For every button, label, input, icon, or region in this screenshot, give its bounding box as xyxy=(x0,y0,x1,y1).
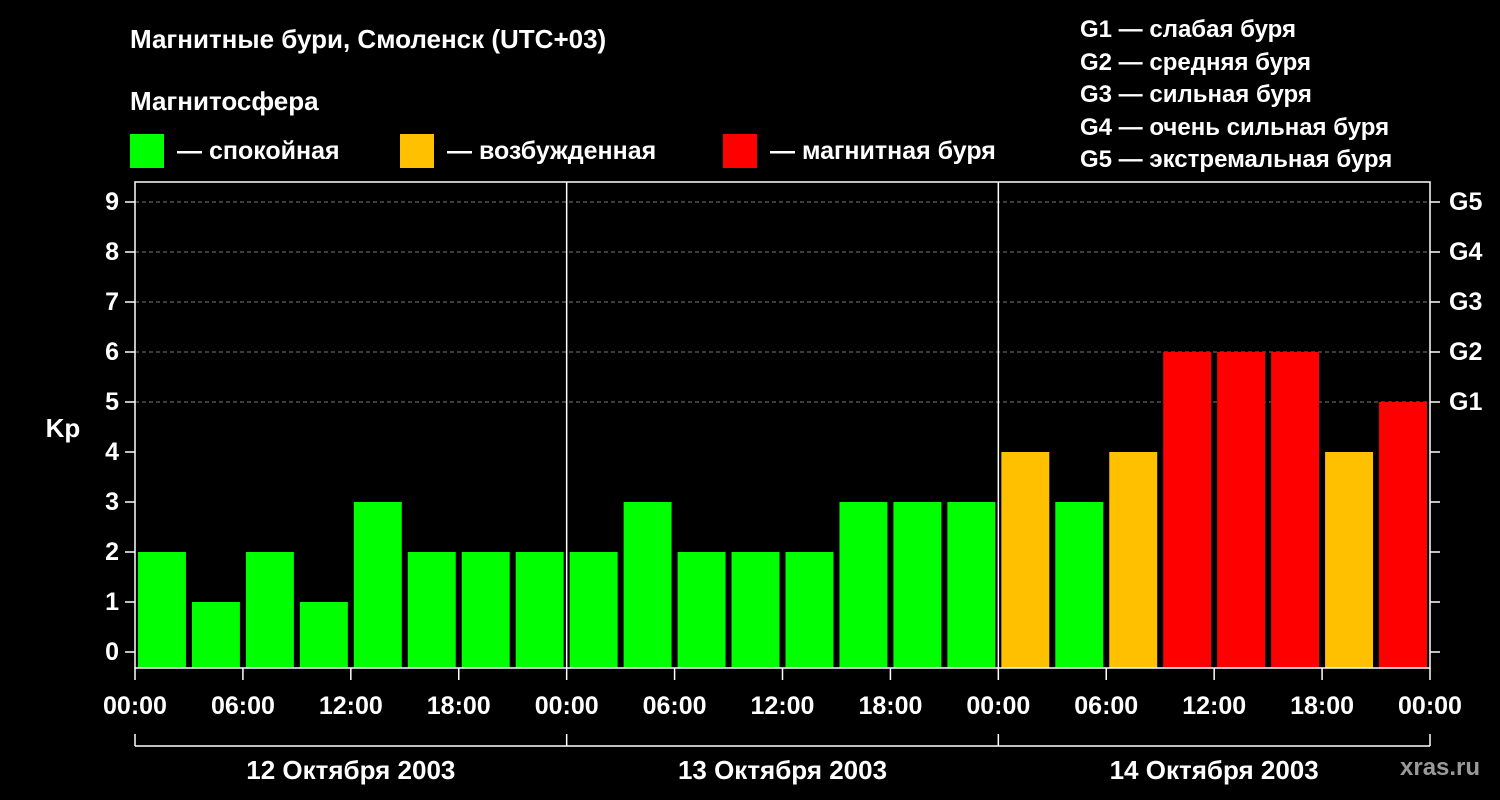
day-label: 13 Октября 2003 xyxy=(678,755,887,785)
day-label: 12 Октября 2003 xyxy=(246,755,455,785)
kp-bar xyxy=(1163,352,1212,668)
x-tick-label: 00:00 xyxy=(535,692,599,720)
kp-bar xyxy=(839,502,888,668)
kp-bar xyxy=(407,552,456,668)
x-tick-label: 06:00 xyxy=(211,692,275,720)
kp-bar xyxy=(245,552,294,668)
y-tick-label: 3 xyxy=(105,488,119,516)
kp-bar xyxy=(1217,352,1266,668)
x-tick-label: 06:00 xyxy=(1074,692,1138,720)
g-tick-label: G3 xyxy=(1449,288,1482,316)
kp-bar xyxy=(299,602,348,668)
y-tick-label: 2 xyxy=(105,538,119,566)
x-tick-label: 18:00 xyxy=(427,692,491,720)
kp-bar xyxy=(191,602,240,668)
kp-bar xyxy=(569,552,618,668)
x-tick-label: 00:00 xyxy=(966,692,1030,720)
g-tick-label: G1 xyxy=(1449,388,1482,416)
kp-bar xyxy=(353,502,402,668)
site-label: xras.ru xyxy=(1400,754,1481,781)
kp-bar xyxy=(1271,352,1320,668)
kp-bar xyxy=(623,502,672,668)
kp-bar xyxy=(1379,402,1427,668)
x-tick-label: 12:00 xyxy=(319,692,383,720)
g-tick-label: G5 xyxy=(1449,188,1482,216)
g-tick-label: G2 xyxy=(1449,338,1482,366)
x-tick-label: 12:00 xyxy=(751,692,815,720)
y-tick-label: 5 xyxy=(105,388,119,416)
kp-bar xyxy=(1109,452,1158,668)
kp-bar xyxy=(1325,452,1374,668)
x-tick-label: 06:00 xyxy=(643,692,707,720)
kp-bar xyxy=(1001,452,1050,668)
g-tick-label: G4 xyxy=(1449,238,1482,266)
kp-bar xyxy=(515,552,564,668)
kp-bar xyxy=(677,552,726,668)
y-tick-label: 6 xyxy=(105,338,119,366)
x-tick-label: 18:00 xyxy=(1290,692,1354,720)
y-tick-label: 7 xyxy=(105,288,119,316)
kp-bar xyxy=(947,502,996,668)
y-tick-label: 0 xyxy=(105,638,119,666)
day-label: 14 Октября 2003 xyxy=(1110,755,1319,785)
x-tick-label: 18:00 xyxy=(858,692,922,720)
y-tick-label: 9 xyxy=(105,188,119,216)
y-tick-label: 4 xyxy=(105,438,119,466)
y-tick-label: 8 xyxy=(105,238,119,266)
kp-bar xyxy=(138,552,186,668)
y-axis-label: Kp xyxy=(46,413,81,443)
x-tick-label: 12:00 xyxy=(1182,692,1246,720)
kp-bar xyxy=(893,502,942,668)
kp-bar xyxy=(1055,502,1104,668)
y-tick-label: 1 xyxy=(105,588,119,616)
kp-bar xyxy=(785,552,834,668)
x-tick-label: 00:00 xyxy=(103,692,167,720)
kp-bar xyxy=(731,552,780,668)
x-tick-label: 00:00 xyxy=(1398,692,1462,720)
kp-bar xyxy=(461,552,510,668)
kp-bar-chart: 0 1 2 3 4 5 6 7 8 9 G1 G2 G3 G4 G5 Kp 00:00 06:00 12:00 18:… xyxy=(46,181,1482,785)
